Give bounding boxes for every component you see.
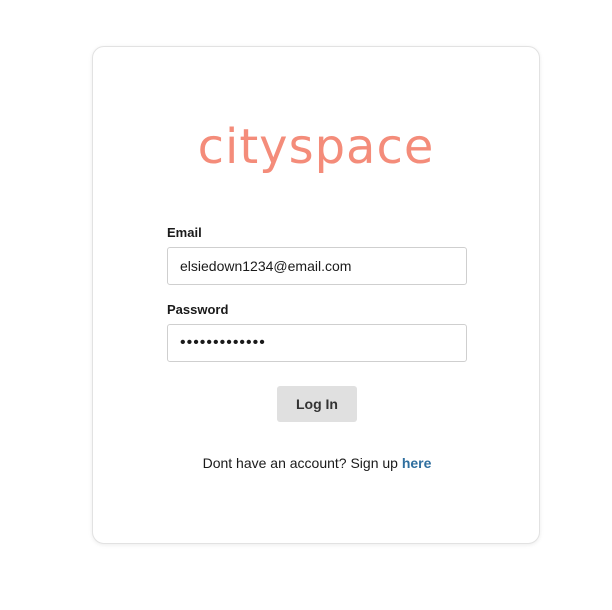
signup-prompt: Dont have an account? Sign up here [167, 455, 467, 471]
password-label: Password [167, 302, 229, 317]
signup-link[interactable]: here [402, 455, 432, 471]
login-form: Email Password Log In Dont have an accou… [167, 225, 467, 471]
email-field[interactable] [167, 247, 467, 285]
signup-prompt-text: Dont have an account? Sign up [202, 455, 402, 471]
button-row: Log In [167, 386, 467, 422]
cityspace-logo: cityspace [197, 119, 435, 175]
password-field[interactable] [167, 324, 467, 362]
login-card: cityspace Email Password Log In Dont hav… [92, 46, 540, 544]
login-button[interactable]: Log In [277, 386, 357, 422]
email-label: Email [167, 225, 202, 240]
field-spacer [167, 285, 467, 302]
